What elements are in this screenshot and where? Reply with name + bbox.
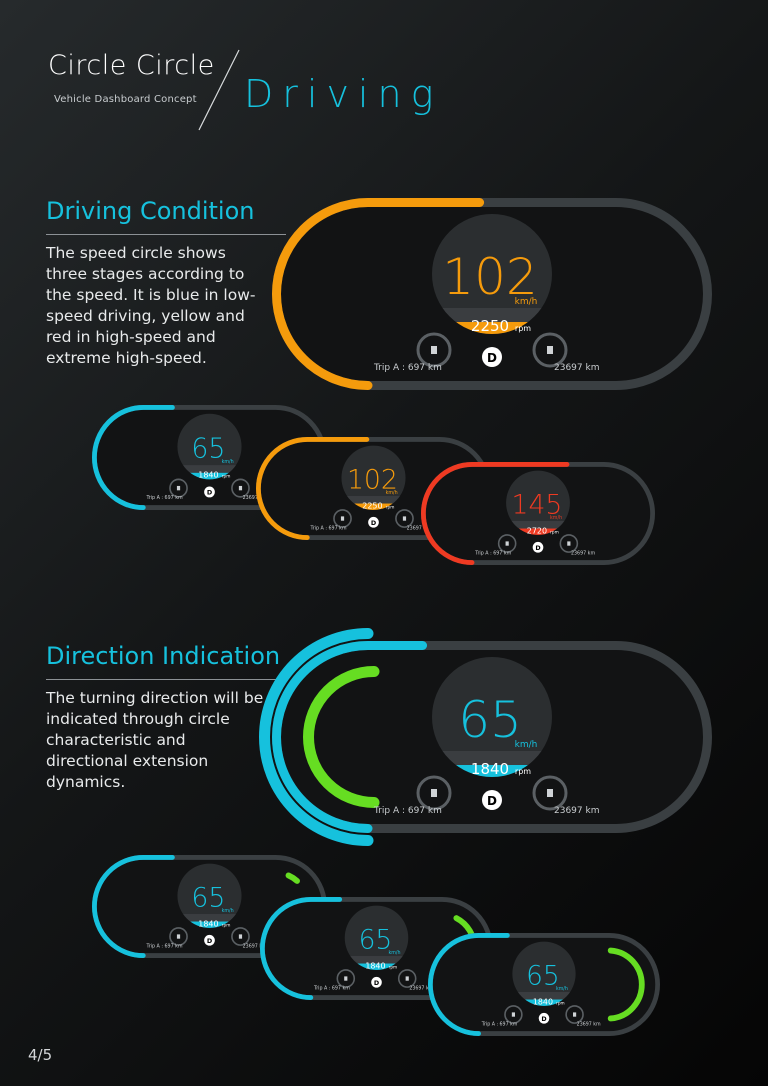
rpm-unit: rpm	[556, 1000, 565, 1006]
rpm-value: 1840	[365, 961, 385, 970]
gear-value: D	[541, 1015, 546, 1023]
rpm-value: 2250	[362, 501, 382, 510]
rpm-value: 1840	[471, 760, 509, 778]
speed-unit: km/h	[222, 908, 234, 914]
rpm-unit: rpm	[389, 964, 398, 970]
section-description-driving-condition: The speed circle shows three stages acco…	[46, 244, 256, 367]
odometer: 23697 km	[577, 1021, 601, 1027]
fuel-icon	[176, 934, 181, 939]
fuel-icon	[176, 485, 181, 491]
rpm-unit: rpm	[550, 529, 559, 535]
speed-unit: km/h	[550, 515, 562, 521]
trip-distance: Trip A : 697 km	[145, 943, 182, 949]
gear-value: D	[535, 544, 540, 552]
logo-text: Circle Circle	[48, 50, 215, 81]
section-underline	[46, 234, 286, 235]
speed-unit: km/h	[515, 740, 538, 750]
fuel-icon	[340, 516, 345, 521]
odometer: 23697 km	[554, 363, 599, 373]
section-underline	[46, 679, 286, 680]
odometer: 23697 km	[554, 806, 599, 816]
logo-subtitle: Vehicle Dashboard Concept	[54, 94, 197, 105]
title-divider-slash	[198, 49, 240, 131]
speed-value: 65	[526, 960, 560, 991]
trip-distance: Trip A : 697 km	[313, 985, 350, 991]
trip-distance: Trip A : 697 km	[373, 806, 442, 816]
logo: Circle Circle Vehicle Dashboard Concept	[48, 50, 218, 105]
trip-distance: Trip A : 697 km	[474, 550, 511, 556]
speed-value: 65	[458, 691, 522, 749]
section-description-direction-indication: The turning direction will be indicated …	[46, 689, 264, 791]
fuel-icon	[431, 789, 437, 797]
temperature-icon	[547, 346, 553, 354]
speed-unit: km/h	[222, 459, 234, 465]
gear-value: D	[207, 937, 212, 945]
temperature-icon	[238, 485, 243, 491]
trip-distance: Trip A : 697 km	[145, 495, 182, 501]
fuel-icon	[505, 541, 509, 546]
rpm-value: 1840	[198, 470, 218, 480]
speed-unit: km/h	[389, 950, 401, 956]
rpm-value: 2250	[471, 317, 509, 335]
rpm-value: 1840	[198, 919, 218, 928]
temperature-icon	[573, 1012, 577, 1017]
gear-value: D	[207, 489, 213, 497]
dashboard-cond-red: 145 km/h 2720 rpm D Trip A : 697 km 23697 km	[421, 462, 655, 565]
temperature-icon	[567, 541, 571, 546]
gear-value: D	[374, 979, 379, 987]
rpm-unit: rpm	[222, 922, 231, 928]
gear-value: D	[487, 351, 497, 365]
odometer: 23697 km	[571, 550, 595, 556]
rpm-unit: rpm	[515, 767, 531, 776]
gear-value: D	[371, 519, 376, 527]
speed-unit: km/h	[386, 490, 398, 496]
rpm-unit: rpm	[515, 324, 531, 333]
fuel-icon	[511, 1012, 515, 1017]
speed-value: 65	[191, 433, 225, 464]
trip-distance: Trip A : 697 km	[309, 525, 346, 531]
speed-unit: km/h	[556, 986, 568, 992]
trip-distance: Trip A : 697 km	[373, 363, 442, 373]
speed-value: 65	[359, 924, 393, 955]
trip-distance: Trip A : 697 km	[481, 1021, 518, 1027]
page-number: 4/5	[28, 1046, 53, 1064]
rpm-unit: rpm	[222, 474, 231, 480]
page-title: Driving	[244, 72, 443, 116]
rpm-value: 2720	[527, 526, 547, 535]
temperature-icon	[402, 516, 407, 521]
dashboard-cond-large: 102 km/h 2250 rpm D Trip A : 697 km 23697 km	[272, 198, 712, 390]
dashboard-dir-right-3: 65 km/h 1840 rpm D Trip A : 697 km 23697 km	[428, 933, 660, 1036]
gear-value: D	[487, 794, 497, 808]
rpm-unit: rpm	[386, 504, 395, 510]
rpm-value: 1840	[533, 997, 553, 1006]
temperature-icon	[547, 789, 553, 797]
fuel-icon	[431, 346, 437, 354]
dashboard-dir-large: 65 km/h 1840 rpm D Trip A : 697 km 23697 km	[259, 628, 712, 846]
section-title-direction-indication: Direction Indication	[46, 642, 281, 670]
speed-value: 65	[191, 882, 225, 913]
section-title-driving-condition: Driving Condition	[46, 197, 255, 225]
fuel-icon	[344, 976, 348, 981]
speed-unit: km/h	[515, 297, 538, 307]
temperature-icon	[238, 934, 243, 939]
temperature-icon	[405, 976, 409, 981]
